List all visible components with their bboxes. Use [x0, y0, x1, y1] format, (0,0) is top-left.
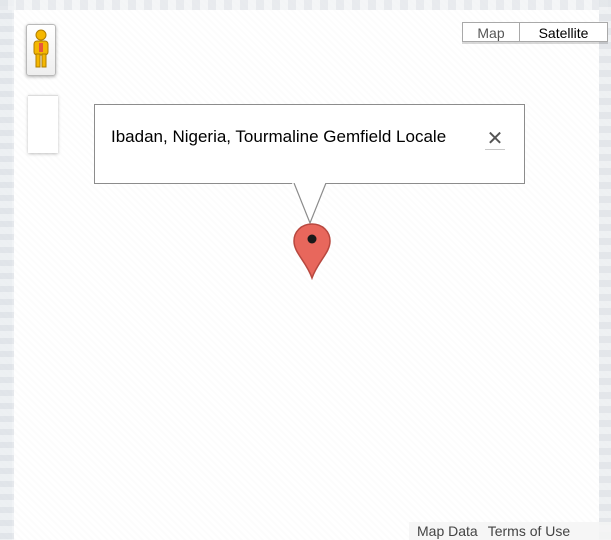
map-tile-texture	[599, 0, 611, 540]
map-type-control: Map Satellite	[462, 22, 608, 42]
pegman-icon	[33, 29, 49, 68]
info-window-tail	[292, 183, 327, 225]
map-tile-texture	[0, 0, 14, 540]
map-type-shadow	[462, 42, 608, 44]
map-tile-texture	[0, 0, 611, 10]
map-type-map-button[interactable]: Map	[462, 22, 520, 42]
map-data-link[interactable]: Map Data	[417, 522, 478, 540]
map-marker-icon[interactable]	[292, 222, 332, 280]
map-type-satellite-button[interactable]: Satellite	[520, 22, 608, 42]
map-footer: Map Data Terms of Use	[409, 522, 611, 540]
close-icon[interactable]: ✕	[485, 129, 505, 150]
info-window-text: Ibadan, Nigeria, Tourmaline Gemfield Loc…	[111, 127, 447, 146]
pegman-control[interactable]	[26, 24, 56, 76]
zoom-control[interactable]	[28, 95, 58, 153]
map-canvas[interactable]: Map Satellite Ibadan, Nigeria, Tourmalin…	[0, 0, 611, 540]
info-window: Ibadan, Nigeria, Tourmaline Gemfield Loc…	[94, 104, 525, 184]
terms-of-use-link[interactable]: Terms of Use	[488, 522, 570, 540]
